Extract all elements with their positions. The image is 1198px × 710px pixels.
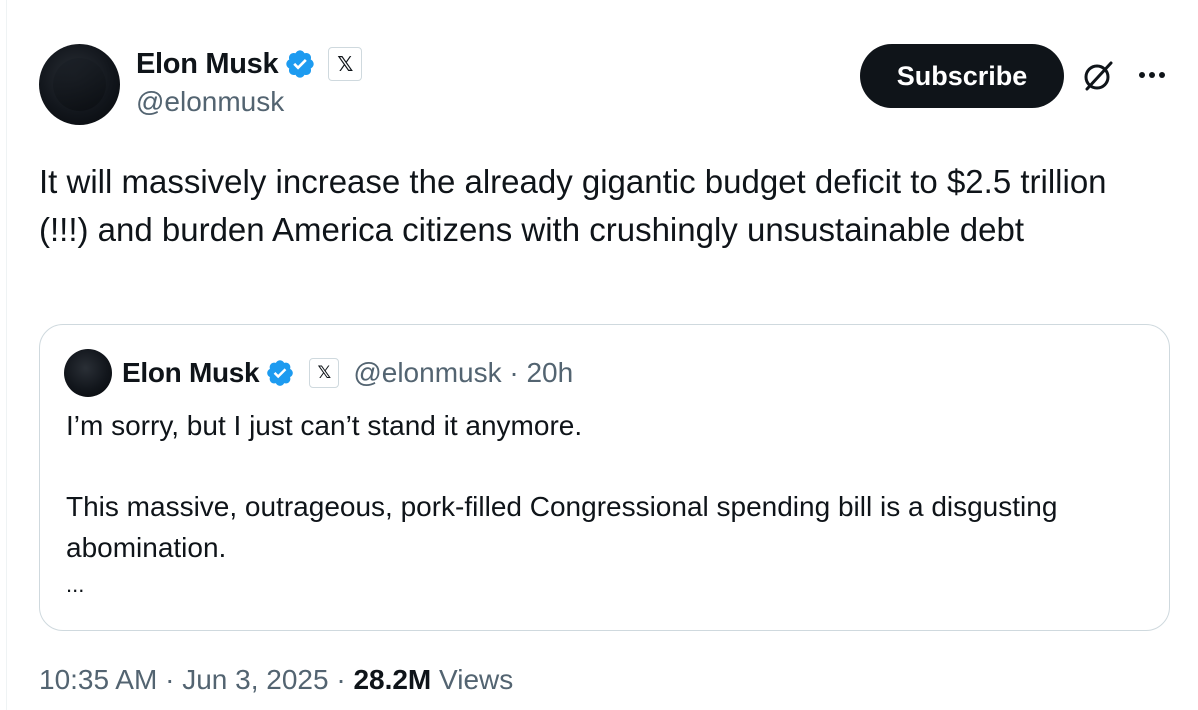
post-footer: 10:35 AM · Jun 3, 2025 · 28.2M Views [39, 664, 513, 696]
quoted-author-name: Elon Musk [122, 357, 260, 388]
subscribe-button[interactable]: Subscribe [860, 44, 1064, 108]
post-date[interactable]: Jun 3, 2025 [182, 664, 328, 695]
quoted-avatar [64, 349, 112, 397]
quoted-paragraph-2: This massive, outrageous, pork-filled Co… [66, 491, 1058, 563]
verified-badge-icon [267, 360, 294, 386]
x-logo-icon[interactable]: 𝕏 [328, 47, 363, 81]
views-count: 28.2M [353, 664, 432, 695]
quoted-text: I’m sorry, but I just can’t stand it any… [66, 405, 1126, 602]
avatar[interactable] [39, 44, 120, 125]
more-dots-icon[interactable] [1134, 60, 1170, 90]
quoted-paragraph-1: I’m sorry, but I just can’t stand it any… [66, 410, 583, 441]
quoted-post[interactable]: Elon Musk 𝕏 @elonmusk · 20h I’m sorry, b… [39, 324, 1170, 631]
post-time[interactable]: 10:35 AM [39, 664, 157, 695]
author-name-row: Elon Musk 𝕏 [136, 44, 363, 84]
more-dots-glyph [1139, 72, 1165, 78]
footer-separator: · [328, 664, 354, 695]
footer-separator: · [157, 664, 183, 695]
left-divider [6, 0, 7, 710]
post-text: It will massively increase the already g… [39, 163, 1107, 248]
quoted-handle-time: @elonmusk · 20h [353, 357, 574, 388]
grok-icon[interactable] [1080, 58, 1116, 94]
x-logo-icon: 𝕏 [309, 358, 340, 388]
author-name[interactable]: Elon Musk [136, 48, 279, 81]
author-handle[interactable]: @elonmusk [136, 86, 284, 118]
quoted-header: Elon Musk 𝕏 @elonmusk · 20h [122, 353, 573, 393]
quoted-ellipsis: ... [66, 572, 85, 597]
verified-badge-icon [286, 50, 314, 78]
views-label: Views [439, 664, 514, 695]
